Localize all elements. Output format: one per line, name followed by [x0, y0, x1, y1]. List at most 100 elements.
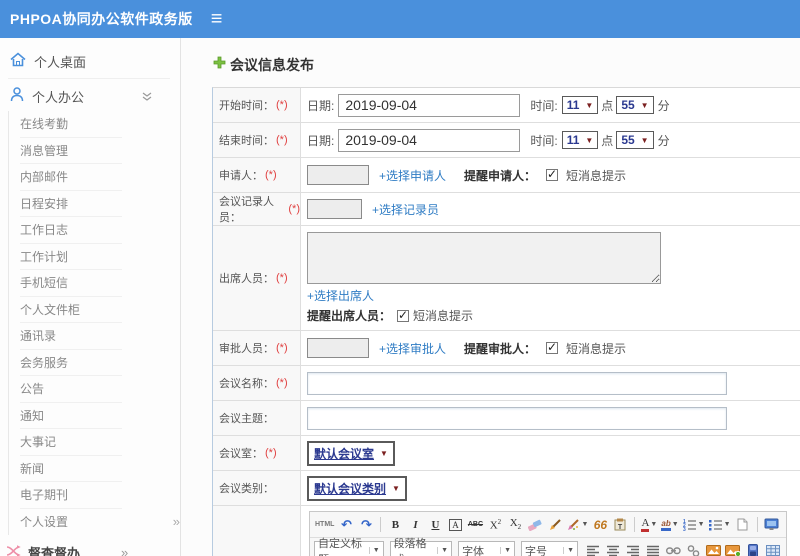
sidebar-item-personal-desktop[interactable]: 个人桌面 [0, 46, 180, 76]
required-mark: (*) [288, 203, 300, 215]
highlight-color-icon[interactable]: ab ▼ [660, 515, 679, 534]
end-date-input[interactable] [338, 128, 521, 152]
form-row-approver: 审批人员：(*) +选择审批人 提醒审批人： 短消息提示 [213, 331, 800, 366]
superscript-icon[interactable]: X2 [486, 515, 504, 534]
redo-icon[interactable]: ↷ [357, 515, 375, 534]
sidebar-subitem[interactable]: 工作日志 [9, 217, 180, 244]
end-minute-select[interactable]: 55 ▼ [616, 131, 654, 149]
editor-dropdown[interactable]: 自定义标题▼ [314, 538, 384, 556]
fullscreen-icon[interactable] [763, 515, 781, 534]
field-label: 会议类别： [219, 483, 274, 495]
undo-icon[interactable]: ↶ [337, 515, 355, 534]
page-title: 会议信息发布 [230, 57, 314, 73]
start-date-input[interactable] [338, 93, 521, 117]
form-row-meeting-category: 会议类别： 默认会议类别 ▼ [213, 471, 800, 506]
start-minute-select[interactable]: 55 ▼ [616, 96, 654, 114]
align-justify-icon[interactable] [644, 541, 662, 556]
form-row-recorder: 会议记录人员： (*) +选择记录员 [213, 193, 800, 226]
editor-dropdown[interactable]: 字号 ▼ [521, 541, 578, 556]
align-right-icon[interactable] [624, 541, 642, 556]
sidebar-subitem[interactable]: 内部邮件 [9, 164, 180, 191]
form-row-end-time: 结束时间：(*) 日期: 时间: 11▼ 点 55▼ 分 [213, 123, 800, 158]
sidebar-subitem[interactable]: 新闻 [9, 456, 180, 482]
image-icon[interactable] [704, 541, 722, 556]
supervise-icon [6, 544, 21, 556]
sidebar-subitem[interactable]: 大事记 [9, 429, 180, 456]
subscript-icon[interactable]: X2 [506, 515, 524, 534]
sidebar-subitem[interactable]: 消息管理 [9, 138, 180, 164]
required-mark: (*) [265, 447, 277, 459]
applicant-input[interactable] [307, 165, 369, 185]
sms-remind-checkbox[interactable] [546, 167, 559, 181]
main-content: 会议信息发布 开始时间：(*) 日期: 时间: 11▼ 点 55▼ 分 结束时间… [181, 38, 800, 556]
remind-attendees-label: 提醒出席人员： [307, 309, 392, 323]
strikethrough-icon[interactable]: ABC [466, 515, 484, 534]
bold-icon[interactable]: B [386, 515, 404, 534]
choose-approver-link[interactable]: +选择审批人 [379, 340, 446, 357]
ordered-list-icon[interactable]: 1 2 3 ▼ [682, 515, 706, 534]
required-mark: (*) [276, 377, 288, 389]
meeting-subject-input[interactable] [307, 406, 727, 430]
eraser-icon[interactable] [526, 515, 544, 534]
top-bar: PHPOA协同办公软件政务版 ≡ [0, 0, 800, 38]
sidebar-item-supervise[interactable]: 督查督办 » [0, 538, 180, 556]
unordered-list-icon[interactable]: ▼ [708, 515, 732, 534]
meeting-name-input[interactable] [307, 371, 727, 395]
choose-attendees-link[interactable]: +选择出席人 [307, 287, 374, 304]
editor-dropdown[interactable]: 段落格式▼ [389, 538, 453, 556]
sidebar-subitem[interactable]: 公告 [9, 376, 180, 403]
link-icon[interactable] [664, 541, 682, 556]
form-row-attendees: 出席人员：(*) +选择出席人 提醒出席人员： 短消息提示 [213, 226, 800, 331]
attendees-textarea[interactable] [307, 232, 661, 284]
time-label: 时间: [530, 133, 558, 148]
choose-recorder-link[interactable]: +选择记录员 [372, 201, 439, 218]
sidebar-subitem[interactable]: 手机短信 [9, 270, 180, 297]
format-brush-icon[interactable] [546, 515, 564, 534]
hamburger-menu-icon[interactable]: ≡ [211, 9, 223, 29]
image-add-icon[interactable] [724, 541, 742, 556]
toolbar-separator [380, 517, 382, 532]
sms-remind-checkbox[interactable] [546, 340, 559, 354]
blockquote-icon[interactable]: 66 [591, 515, 609, 534]
paste-text-icon[interactable]: T [611, 515, 629, 534]
sidebar-subitem[interactable]: 会务服务 [9, 350, 180, 376]
sidebar-subitem[interactable]: 个人文件柜 [9, 297, 180, 323]
new-page-icon[interactable] [734, 515, 752, 534]
field-label: 会议主题： [219, 413, 274, 425]
sidebar-item-personal-office[interactable]: 个人办公 [0, 81, 180, 111]
sms-remind-label: 短消息提示 [413, 309, 474, 323]
sidebar-subitem[interactable]: 通讯录 [9, 323, 180, 350]
sms-remind-checkbox[interactable] [397, 308, 410, 322]
paint-brush-menu-icon[interactable]: ▼ [566, 515, 589, 534]
sidebar-subitem[interactable]: 在线考勤 [9, 111, 180, 138]
italic-icon[interactable]: I [406, 515, 424, 534]
approver-input[interactable] [307, 338, 369, 358]
media-icon[interactable] [744, 541, 762, 556]
table-icon[interactable] [764, 541, 782, 556]
align-left-icon[interactable] [584, 541, 602, 556]
choose-applicant-link[interactable]: +选择申请人 [379, 167, 446, 184]
minute-unit: 分 [657, 98, 670, 113]
start-hour-select[interactable]: 11 ▼ [561, 96, 599, 114]
meeting-category-select[interactable]: 默认会议类别 ▼ [307, 475, 407, 501]
recorder-input[interactable] [307, 199, 362, 219]
align-center-icon[interactable] [604, 541, 622, 556]
sidebar-subitem-personal-settings[interactable]: 个人设置» [9, 509, 180, 536]
underline-icon[interactable]: U [426, 515, 444, 534]
sidebar-subitem[interactable]: 日程安排 [9, 191, 180, 217]
unlink-icon[interactable] [684, 541, 702, 556]
form-row-start-time: 开始时间：(*) 日期: 时间: 11▼ 点 55▼ 分 [213, 88, 800, 123]
sidebar-subitem[interactable]: 电子期刊 [9, 482, 180, 509]
remind-applicant-label: 提醒申请人： [464, 168, 537, 183]
sidebar-subitem[interactable]: 通知 [9, 403, 180, 429]
font-color-icon[interactable]: A ▼ [640, 515, 658, 534]
html-source-icon[interactable]: HTML [314, 515, 335, 534]
required-mark: (*) [276, 272, 288, 284]
end-hour-select[interactable]: 11 ▼ [561, 131, 599, 149]
editor-dropdown[interactable]: 字体 ▼ [458, 541, 516, 556]
sidebar-subitem[interactable]: 工作计划 [9, 244, 180, 270]
sidebar-divider [8, 78, 170, 79]
font-box-icon[interactable]: A [446, 515, 464, 534]
meeting-room-select[interactable]: 默认会议室 ▼ [307, 440, 395, 466]
required-mark: (*) [276, 134, 288, 146]
